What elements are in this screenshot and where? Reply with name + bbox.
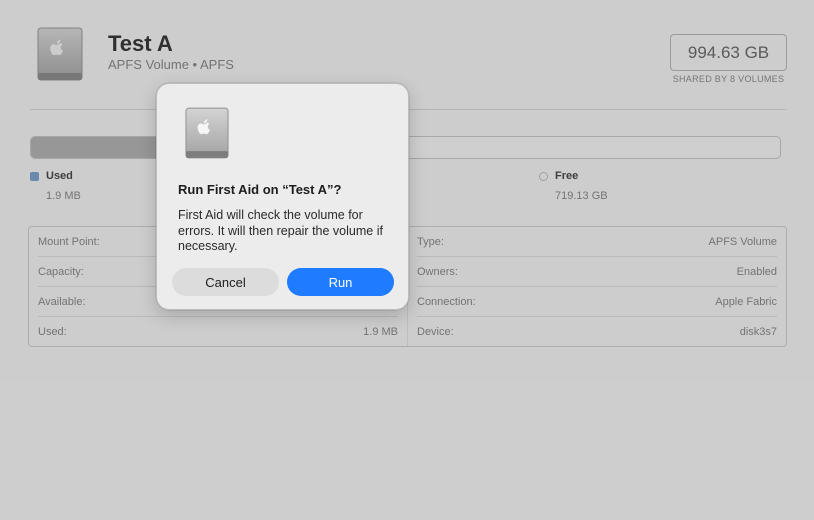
dialog-message: First Aid will check the volume for erro… <box>178 208 383 253</box>
run-button[interactable]: Run <box>287 268 394 296</box>
cancel-button[interactable]: Cancel <box>172 268 279 296</box>
hard-drive-icon <box>185 107 229 159</box>
dialog-title: Run First Aid on “Test A”? <box>178 182 342 197</box>
first-aid-dialog: Run First Aid on “Test A”? First Aid wil… <box>156 83 409 310</box>
